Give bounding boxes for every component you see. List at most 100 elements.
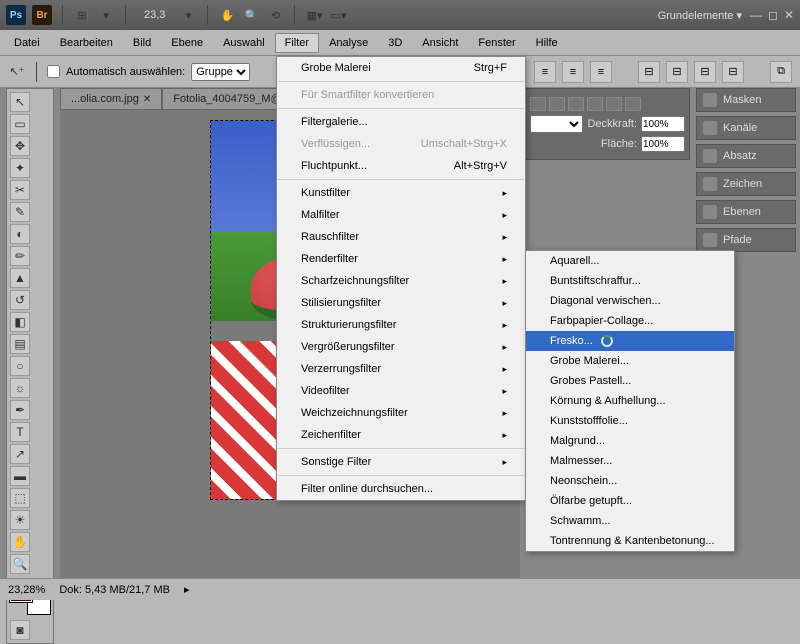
menu-auswahl[interactable]: Auswahl xyxy=(213,33,275,53)
submenu-item[interactable]: Körnung & Aufhellung... xyxy=(526,391,734,411)
submenu-item[interactable]: Schwamm... xyxy=(526,511,734,531)
tool-zoom[interactable]: 🔍 xyxy=(10,554,30,574)
menu-ansicht[interactable]: Ansicht xyxy=(412,33,468,53)
panel-icon[interactable] xyxy=(606,97,622,111)
tool-heal[interactable]: ◐ xyxy=(10,224,30,244)
menu-ebene[interactable]: Ebene xyxy=(161,33,213,53)
distribute-3-icon[interactable]: ⊟ xyxy=(694,61,716,83)
maximize-icon[interactable]: ◻ xyxy=(768,8,778,22)
filter-category[interactable]: Malfilter xyxy=(277,204,525,226)
tool-pen[interactable]: ✒ xyxy=(10,400,30,420)
submenu-item[interactable]: Buntstiftschraffur... xyxy=(526,271,734,291)
submenu-item[interactable]: Kunststofffolie... xyxy=(526,411,734,431)
arrange-icon[interactable]: ▦▾ xyxy=(305,6,323,24)
tool-eraser[interactable]: ◧ xyxy=(10,312,30,332)
submenu-item[interactable]: Diagonal verwischen... xyxy=(526,291,734,311)
menu-analyse[interactable]: Analyse xyxy=(319,33,378,53)
history-icon[interactable]: ▾ xyxy=(97,6,115,24)
filter-category[interactable]: Sonstige Filter xyxy=(277,451,525,473)
auto-align-icon[interactable]: ⧉ xyxy=(770,61,792,83)
status-zoom[interactable]: 23,28% xyxy=(8,584,45,596)
tool-eyedropper[interactable]: ✎ xyxy=(10,202,30,222)
tool-dodge[interactable]: ☼ xyxy=(10,378,30,398)
workspace-switcher[interactable]: Grundelemente ▾ xyxy=(658,9,742,22)
screen-mode-icon[interactable]: ▭▾ xyxy=(329,6,347,24)
hand-tool-icon[interactable]: ✋ xyxy=(218,6,236,24)
tool-brush[interactable]: ✏ xyxy=(10,246,30,266)
auto-select-checkbox[interactable] xyxy=(47,65,60,78)
close-icon[interactable]: ✕ xyxy=(784,8,794,22)
submenu-item[interactable]: Tontrennung & Kantenbetonung... xyxy=(526,531,734,551)
panel-pfade[interactable]: Pfade xyxy=(696,228,796,252)
align-left-icon[interactable]: ≡ xyxy=(534,61,556,83)
tool-stamp[interactable]: ▲ xyxy=(10,268,30,288)
filter-category[interactable]: Renderfilter xyxy=(277,248,525,270)
submenu-item[interactable]: Fresko... xyxy=(526,331,734,351)
distribute-1-icon[interactable]: ⊟ xyxy=(638,61,660,83)
auto-select-target[interactable]: Gruppe xyxy=(191,63,250,81)
tool-blur[interactable]: ○ xyxy=(10,356,30,376)
distribute-4-icon[interactable]: ⊟ xyxy=(722,61,744,83)
distribute-2-icon[interactable]: ⊟ xyxy=(666,61,688,83)
opacity-input[interactable] xyxy=(641,116,685,132)
eyedropper-icon[interactable]: ⊞ xyxy=(73,6,91,24)
menu-bearbeiten[interactable]: Bearbeiten xyxy=(50,33,123,53)
panel-absatz[interactable]: Absatz xyxy=(696,144,796,168)
menu-filter[interactable]: Filter xyxy=(275,33,319,53)
tab-close-icon[interactable]: ✕ xyxy=(143,94,151,105)
panel-ebenen[interactable]: Ebenen xyxy=(696,200,796,224)
filter-category[interactable]: Rauschfilter xyxy=(277,226,525,248)
panel-icon[interactable] xyxy=(549,97,565,111)
filter-category[interactable]: Stilisierungsfilter xyxy=(277,292,525,314)
filter-category[interactable]: Strukturierungsfilter xyxy=(277,314,525,336)
panel-masken[interactable]: Masken xyxy=(696,88,796,112)
menu-datei[interactable]: Datei xyxy=(4,33,50,53)
tool-3d-camera[interactable]: ☀ xyxy=(10,510,30,530)
quick-mask-icon[interactable]: ◙ xyxy=(10,620,30,640)
filter-category[interactable]: Scharfzeichnungsfilter xyxy=(277,270,525,292)
tool-crop[interactable]: ✂ xyxy=(10,180,30,200)
filter-category[interactable]: Zeichenfilter xyxy=(277,424,525,446)
move-tool-preset-icon[interactable]: ↖⁺ xyxy=(8,63,26,81)
panel-zeichen[interactable]: Zeichen xyxy=(696,172,796,196)
blend-mode-select[interactable] xyxy=(530,115,583,133)
panel-icon[interactable] xyxy=(530,97,546,111)
menu-3d[interactable]: 3D xyxy=(378,33,412,53)
zoom-dropdown-icon[interactable]: ▾ xyxy=(179,6,197,24)
panel-kanaele[interactable]: Kanäle xyxy=(696,116,796,140)
tool-shape[interactable]: ▬ xyxy=(10,466,30,486)
menu-bild[interactable]: Bild xyxy=(123,33,161,53)
submenu-item[interactable]: Farbpapier-Collage... xyxy=(526,311,734,331)
panel-icon[interactable] xyxy=(625,97,641,111)
tool-wand[interactable]: ✦ xyxy=(10,158,30,178)
zoom-tool-icon[interactable]: 🔍 xyxy=(242,6,260,24)
submenu-item[interactable]: Grobes Pastell... xyxy=(526,371,734,391)
filter-vanishing-point[interactable]: Fluchtpunkt...Alt+Strg+V xyxy=(277,155,525,177)
submenu-item[interactable]: Ölfarbe getupft... xyxy=(526,491,734,511)
menu-hilfe[interactable]: Hilfe xyxy=(526,33,568,53)
tool-hand[interactable]: ✋ xyxy=(10,532,30,552)
align-right-icon[interactable]: ≡ xyxy=(590,61,612,83)
filter-gallery[interactable]: Filtergalerie... xyxy=(277,111,525,133)
filter-category[interactable]: Verzerrungsfilter xyxy=(277,358,525,380)
bridge-logo[interactable]: Br xyxy=(32,5,52,25)
tool-type[interactable]: T xyxy=(10,422,30,442)
status-arrow-icon[interactable]: ▸ xyxy=(184,583,190,596)
align-center-icon[interactable]: ≡ xyxy=(562,61,584,83)
submenu-item[interactable]: Malmesser... xyxy=(526,451,734,471)
tool-move[interactable]: ↖ xyxy=(10,92,30,112)
zoom-value[interactable]: 23,3 xyxy=(136,8,173,22)
submenu-item[interactable]: Malgrund... xyxy=(526,431,734,451)
submenu-item[interactable]: Neonschein... xyxy=(526,471,734,491)
tool-gradient[interactable]: ▤ xyxy=(10,334,30,354)
filter-browse-online[interactable]: Filter online durchsuchen... xyxy=(277,478,525,500)
filter-category[interactable]: Vergrößerungsfilter xyxy=(277,336,525,358)
panel-icon[interactable] xyxy=(587,97,603,111)
menu-fenster[interactable]: Fenster xyxy=(468,33,525,53)
panel-icon[interactable] xyxy=(568,97,584,111)
filter-category[interactable]: Kunstfilter xyxy=(277,182,525,204)
tab-0[interactable]: ...olia.com.jpg✕ xyxy=(60,88,162,110)
fill-input[interactable] xyxy=(641,136,685,152)
minimize-icon[interactable]: — xyxy=(750,8,762,22)
tool-history-brush[interactable]: ↺ xyxy=(10,290,30,310)
